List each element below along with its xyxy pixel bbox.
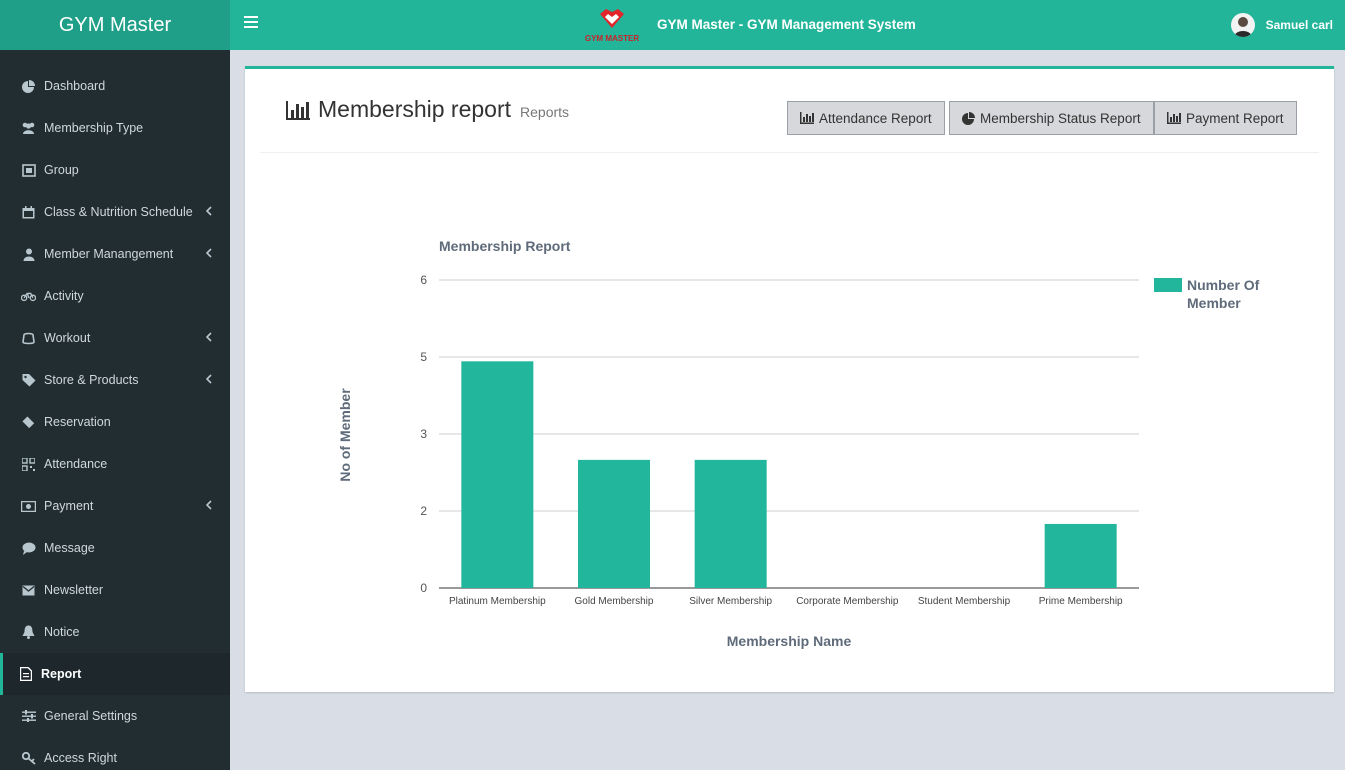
membership-bar-chart: 0 2 3 5 6 Platinum Membership Gold Membership… (337, 238, 1260, 649)
sidebar-item-message[interactable]: Message (0, 527, 230, 569)
sidebar-item-label: Notice (44, 625, 80, 639)
bar-gold-membership[interactable] (578, 459, 650, 588)
user-icon (21, 247, 36, 262)
bell-icon (21, 625, 36, 640)
x-tick-label: Student Membership (918, 596, 1011, 607)
sidebar-item-workout[interactable]: Workout (0, 317, 230, 359)
sidebar-item-label: Workout (44, 331, 91, 345)
qrcode-icon (21, 457, 36, 472)
y-axis-ticks: 0 2 3 5 6 (420, 273, 427, 595)
bicycle-icon (21, 289, 36, 304)
user-menu[interactable]: Samuel carl (1230, 13, 1333, 37)
sidebar-item-label: Dashboard (44, 79, 106, 93)
sidebar-item-activity[interactable]: Activity (0, 275, 230, 317)
dashboard-icon (21, 79, 36, 94)
gym-logo: GYM MASTER (585, 9, 639, 43)
sidebar-item-label: Membership Type (44, 121, 144, 135)
brand-logo[interactable]: GYM Master (0, 0, 230, 50)
x-tick-label: Platinum Membership (449, 596, 546, 607)
avatar[interactable] (1230, 13, 1255, 37)
legend-swatch (1154, 278, 1182, 292)
sidebar-item-label: Group (44, 163, 79, 177)
money-icon (21, 499, 36, 514)
x-tick-label: Silver Membership (689, 596, 772, 607)
report-panel: Membership report Reports Attendance Rep… (245, 66, 1334, 692)
bar-silver-membership[interactable] (694, 459, 767, 588)
comment-icon (21, 541, 36, 556)
legend-label: Number Of Member (1187, 277, 1260, 311)
chevron-left-icon (205, 247, 212, 261)
x-axis-label: Membership Name (727, 633, 852, 649)
sidebar-item-report[interactable]: Report (0, 653, 230, 695)
sidebar-item-reservation[interactable]: Reservation (0, 401, 230, 443)
chart-gridlines (439, 279, 1139, 589)
app-title: GYM Master - GYM Management System (657, 17, 916, 32)
calendar-icon (21, 205, 36, 220)
sidebar-item-label: Store & Products (44, 373, 139, 387)
y-axis-label: No of Member (337, 388, 353, 482)
sidebar-item-group[interactable]: Group (0, 149, 230, 191)
sidebar-item-label: Attendance (44, 457, 108, 471)
sidebar-item-label: Report (41, 667, 82, 681)
chevron-left-icon (205, 499, 212, 513)
chevron-left-icon (205, 373, 212, 387)
sidebar-menu: Dashboard Membership Type Group Class & Nut… (0, 50, 230, 770)
user-name[interactable]: Samuel carl (1266, 18, 1333, 32)
sidebar-item-store-products[interactable]: Store & Products (0, 359, 230, 401)
chevron-left-icon (205, 205, 212, 219)
ticket-icon (21, 415, 36, 430)
sidebar: Dashboard Membership Type Group Class & Nut… (0, 50, 230, 770)
sidebar-item-general-settings[interactable]: General Settings (0, 695, 230, 737)
chart-title: Membership Report (439, 238, 571, 254)
bar-prime-membership[interactable] (1044, 523, 1117, 588)
sidebar-item-member-manangement[interactable]: Member Manangement (0, 233, 230, 275)
sidebar-item-attendance[interactable]: Attendance (0, 443, 230, 485)
y-tick-label: 3 (420, 427, 427, 441)
x-tick-label: Corporate Membership (796, 596, 899, 607)
tag-icon (21, 373, 36, 388)
envelope-icon (21, 583, 36, 598)
svg-text:GYM MASTER: GYM MASTER (585, 34, 639, 43)
sidebar-item-dashboard[interactable]: Dashboard (0, 65, 230, 107)
sidebar-item-label: Member Manangement (44, 247, 174, 261)
users-icon (21, 121, 36, 136)
x-tick-label: Gold Membership (575, 596, 654, 607)
bar-platinum-membership[interactable] (461, 361, 534, 588)
sidebar-item-label: Message (44, 541, 95, 555)
sidebar-item-membership-type[interactable]: Membership Type (0, 107, 230, 149)
sidebar-item-label: Class & Nutrition Schedule (44, 205, 193, 219)
hamburger-menu-icon[interactable] (244, 16, 258, 28)
y-tick-label: 0 (420, 581, 427, 595)
sidebar-item-access-right[interactable]: Access Right (0, 737, 230, 770)
x-tick-label: Prime Membership (1039, 596, 1123, 607)
sidebar-item-label: Activity (44, 289, 84, 303)
workout-icon (21, 331, 36, 346)
sidebar-item-label: Access Right (44, 751, 117, 765)
sidebar-item-class-nutrition-schedule[interactable]: Class & Nutrition Schedule (0, 191, 230, 233)
sidebar-item-label: Payment (44, 499, 94, 513)
sliders-icon (21, 709, 36, 724)
sidebar-item-label: Reservation (44, 415, 111, 429)
sidebar-item-notice[interactable]: Notice (0, 611, 230, 653)
file-icon (18, 667, 33, 682)
chart-bars (461, 361, 1117, 588)
sidebar-item-label: Newsletter (44, 583, 104, 597)
group-icon (21, 163, 36, 178)
sidebar-item-payment[interactable]: Payment (0, 485, 230, 527)
sidebar-item-label: General Settings (44, 709, 138, 723)
y-tick-label: 2 (420, 504, 427, 518)
key-icon (21, 751, 36, 766)
y-tick-label: 6 (420, 273, 427, 287)
chevron-left-icon (205, 331, 212, 345)
chart-legend: Number Of Member (1154, 277, 1260, 311)
top-header: GYM Master GYM MASTER GYM Master - GYM M… (0, 0, 1345, 50)
sidebar-item-newsletter[interactable]: Newsletter (0, 569, 230, 611)
y-tick-label: 5 (420, 350, 427, 364)
x-axis-ticks: Platinum Membership Gold Membership Silver… (449, 596, 1123, 607)
